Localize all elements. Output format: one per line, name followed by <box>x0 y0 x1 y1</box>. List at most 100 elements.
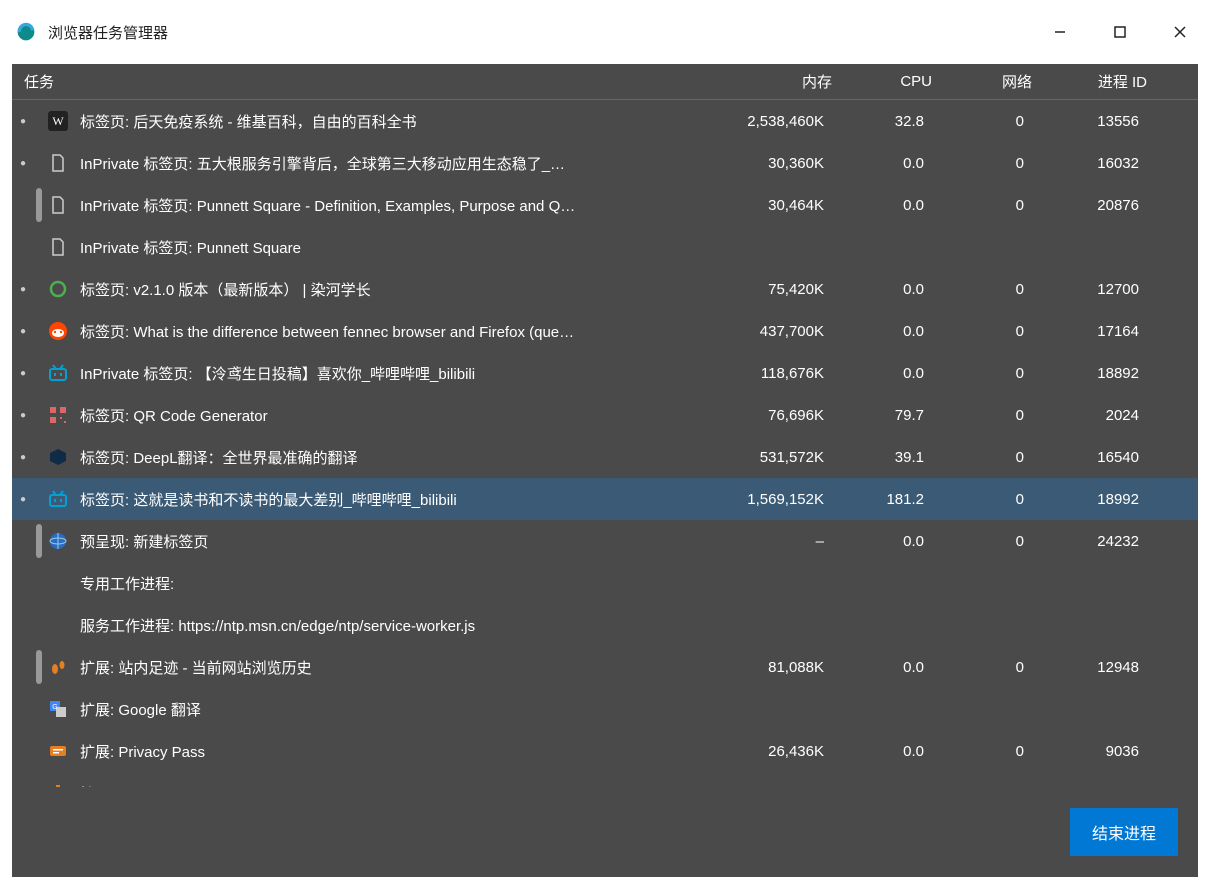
reddit-icon <box>46 319 70 343</box>
task-row[interactable]: InPrivate 标签页: Punnett Square <box>12 226 1198 268</box>
cell-mem: 76,696K <box>704 407 834 424</box>
deepl-icon <box>46 445 70 469</box>
task-row[interactable]: ●标签页: DeepL翻译：全世界最准确的翻译531,572K39.101654… <box>12 436 1198 478</box>
row-bullet: ● <box>12 284 34 295</box>
cell-net: 0 <box>934 113 1034 130</box>
task-panel: 任务 内存 CPU 网络 进程 ID ●W标签页: 后天免疫系统 - 维基百科，… <box>12 64 1198 877</box>
task-row[interactable]: ●InPrivate 标签页: 【泠鸢生日投稿】喜欢你_哔哩哔哩_bilibil… <box>12 352 1198 394</box>
header-memory[interactable]: 内存 <box>712 71 842 92</box>
cell-cpu: 79.7 <box>834 407 934 424</box>
task-name: InPrivate 标签页: 【泠鸢生日投稿】喜欢你_哔哩哔哩_bilibili <box>80 363 704 384</box>
task-name: 标签页: v2.1.0 版本（最新版本） | 染河学长 <box>80 279 704 300</box>
page-icon <box>46 235 70 259</box>
task-row[interactable]: ●标签页: v2.1.0 版本（最新版本） | 染河学长75,420K0.001… <box>12 268 1198 310</box>
cell-mem: 2,538,460K <box>704 113 834 130</box>
cell-cpu: 0.0 <box>834 323 934 340</box>
qr-icon <box>46 403 70 427</box>
page-icon <box>46 193 70 217</box>
titlebar: 浏览器任务管理器 <box>0 0 1210 64</box>
task-row[interactable]: ●W标签页: 后天免疫系统 - 维基百科，自由的百科全书2,538,460K32… <box>12 100 1198 142</box>
bili-icon <box>46 487 70 511</box>
content-area: 任务 内存 CPU 网络 进程 ID ●W标签页: 后天免疫系统 - 维基百科，… <box>0 64 1210 889</box>
group-indicator <box>34 604 42 646</box>
column-headers: 任务 内存 CPU 网络 进程 ID <box>12 64 1198 100</box>
task-name: InPrivate 标签页: Punnett Square <box>80 237 704 258</box>
cell-pid: 12700 <box>1034 281 1149 298</box>
svg-text:W: W <box>52 114 64 128</box>
window-title: 浏览器任务管理器 <box>48 22 1030 43</box>
task-row[interactable]: 服务工作进程: https://ntp.msn.cn/edge/ntp/serv… <box>12 604 1198 646</box>
task-name: 扩展: Google 翻译 <box>80 699 704 720</box>
task-row[interactable]: 预呈现: 新建标签页–0.0024232 <box>12 520 1198 562</box>
group-indicator <box>34 352 42 394</box>
cell-cpu: 181.2 <box>834 491 934 508</box>
header-pid[interactable]: 进程 ID <box>1042 71 1157 92</box>
footer: 结束进程 <box>12 787 1198 877</box>
close-button[interactable] <box>1150 0 1210 64</box>
cell-cpu: 0.0 <box>834 743 934 760</box>
task-row[interactable]: ● 标签页: What is the difference between fen… <box>12 310 1198 352</box>
task-row[interactable]: 扩展: ClearURLs <box>12 772 1198 787</box>
group-indicator <box>34 394 42 436</box>
cell-pid: 2024 <box>1034 407 1149 424</box>
task-row[interactable]: 专用工作进程: <box>12 562 1198 604</box>
globe-icon <box>46 529 70 553</box>
task-list[interactable]: ●W标签页: 后天免疫系统 - 维基百科，自由的百科全书2,538,460K32… <box>12 100 1198 787</box>
minimize-button[interactable] <box>1030 0 1090 64</box>
cell-pid: 20876 <box>1034 197 1149 214</box>
cell-cpu: 0.0 <box>834 155 934 172</box>
cell-pid: 17164 <box>1034 323 1149 340</box>
group-indicator <box>34 436 42 478</box>
cell-net: 0 <box>934 491 1034 508</box>
task-row[interactable]: InPrivate 标签页: Punnett Square - Definiti… <box>12 184 1198 226</box>
header-task[interactable]: 任务 <box>12 71 712 92</box>
row-bullet: ● <box>12 494 34 505</box>
cell-mem: – <box>704 533 834 550</box>
header-cpu[interactable]: CPU <box>842 73 942 90</box>
cell-mem: 531,572K <box>704 449 834 466</box>
cell-cpu: 0.0 <box>834 197 934 214</box>
end-process-button[interactable]: 结束进程 <box>1070 808 1178 856</box>
group-indicator <box>34 100 42 142</box>
cell-mem: 75,420K <box>704 281 834 298</box>
cell-mem: 81,088K <box>704 659 834 676</box>
cell-net: 0 <box>934 281 1034 298</box>
header-network[interactable]: 网络 <box>942 71 1042 92</box>
cell-net: 0 <box>934 323 1034 340</box>
maximize-button[interactable] <box>1090 0 1150 64</box>
task-row[interactable]: G 扩展: Google 翻译 <box>12 688 1198 730</box>
group-indicator <box>34 772 42 787</box>
task-name: 标签页: QR Code Generator <box>80 405 704 426</box>
task-name: 标签页: DeepL翻译：全世界最准确的翻译 <box>80 447 704 468</box>
cell-net: 0 <box>934 155 1034 172</box>
row-bullet: ● <box>12 326 34 337</box>
task-row[interactable]: 扩展: 站内足迹 - 当前网站浏览历史81,088K0.0012948 <box>12 646 1198 688</box>
task-row[interactable]: 扩展: Privacy Pass26,436K0.009036 <box>12 730 1198 772</box>
cell-mem: 30,360K <box>704 155 834 172</box>
cell-net: 0 <box>934 743 1034 760</box>
task-row[interactable]: ●标签页: 这就是读书和不读书的最大差别_哔哩哔哩_bilibili1,569,… <box>12 478 1198 520</box>
task-name: InPrivate 标签页: 五大根服务引擎背后，全球第三大移动应用生态稳了_… <box>80 153 704 174</box>
group-indicator <box>34 310 42 352</box>
group-indicator <box>34 688 42 730</box>
group-indicator <box>34 478 42 520</box>
cell-net: 0 <box>934 659 1034 676</box>
group-indicator <box>34 184 42 226</box>
cell-cpu: 0.0 <box>834 365 934 382</box>
task-row[interactable]: ● InPrivate 标签页: 五大根服务引擎背后，全球第三大移动应用生态稳了_… <box>12 142 1198 184</box>
task-name: 预呈现: 新建标签页 <box>80 531 704 552</box>
none-icon <box>46 571 70 595</box>
row-bullet: ● <box>12 158 34 169</box>
cell-pid: 18992 <box>1034 491 1149 508</box>
task-row[interactable]: ●标签页: QR Code Generator76,696K79.702024 <box>12 394 1198 436</box>
task-name: 标签页: What is the difference between fenn… <box>80 321 704 342</box>
cell-net: 0 <box>934 533 1034 550</box>
bili-icon <box>46 361 70 385</box>
cell-net: 0 <box>934 197 1034 214</box>
cell-cpu: 0.0 <box>834 659 934 676</box>
gtrans-icon: G <box>46 697 70 721</box>
task-name: 标签页: 这就是读书和不读书的最大差别_哔哩哔哩_bilibili <box>80 489 704 510</box>
cell-mem: 26,436K <box>704 743 834 760</box>
task-name: 服务工作进程: https://ntp.msn.cn/edge/ntp/serv… <box>80 615 704 636</box>
group-indicator <box>34 730 42 772</box>
